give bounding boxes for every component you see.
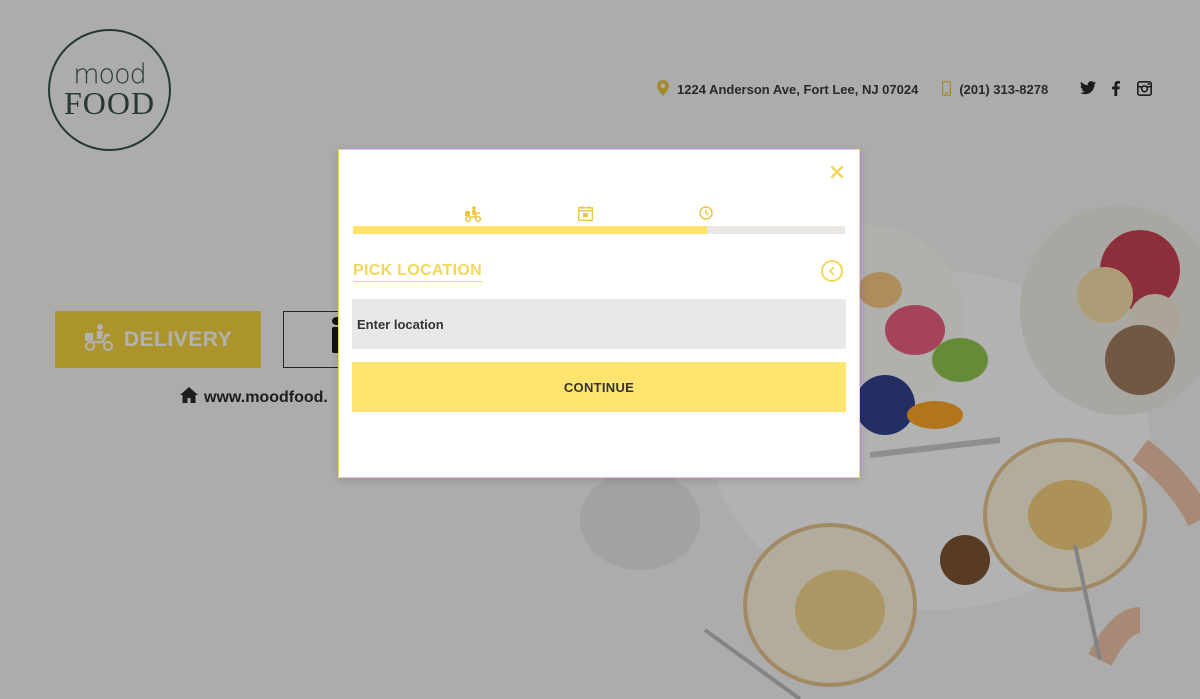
back-arrow-icon[interactable] xyxy=(821,260,843,282)
calendar-icon[interactable] xyxy=(578,206,594,222)
delivery-scooter-icon[interactable] xyxy=(464,206,482,223)
order-modal: PICK LOCATION CONTINUE xyxy=(338,149,860,478)
continue-button[interactable]: CONTINUE xyxy=(352,362,846,412)
location-input[interactable] xyxy=(352,299,846,349)
step-progress-bar xyxy=(353,226,845,234)
step-progress-fill xyxy=(353,226,708,234)
order-steps xyxy=(353,206,845,236)
clock-icon[interactable] xyxy=(699,206,715,222)
close-icon[interactable] xyxy=(829,164,845,180)
pick-location-title: PICK LOCATION xyxy=(353,262,482,282)
